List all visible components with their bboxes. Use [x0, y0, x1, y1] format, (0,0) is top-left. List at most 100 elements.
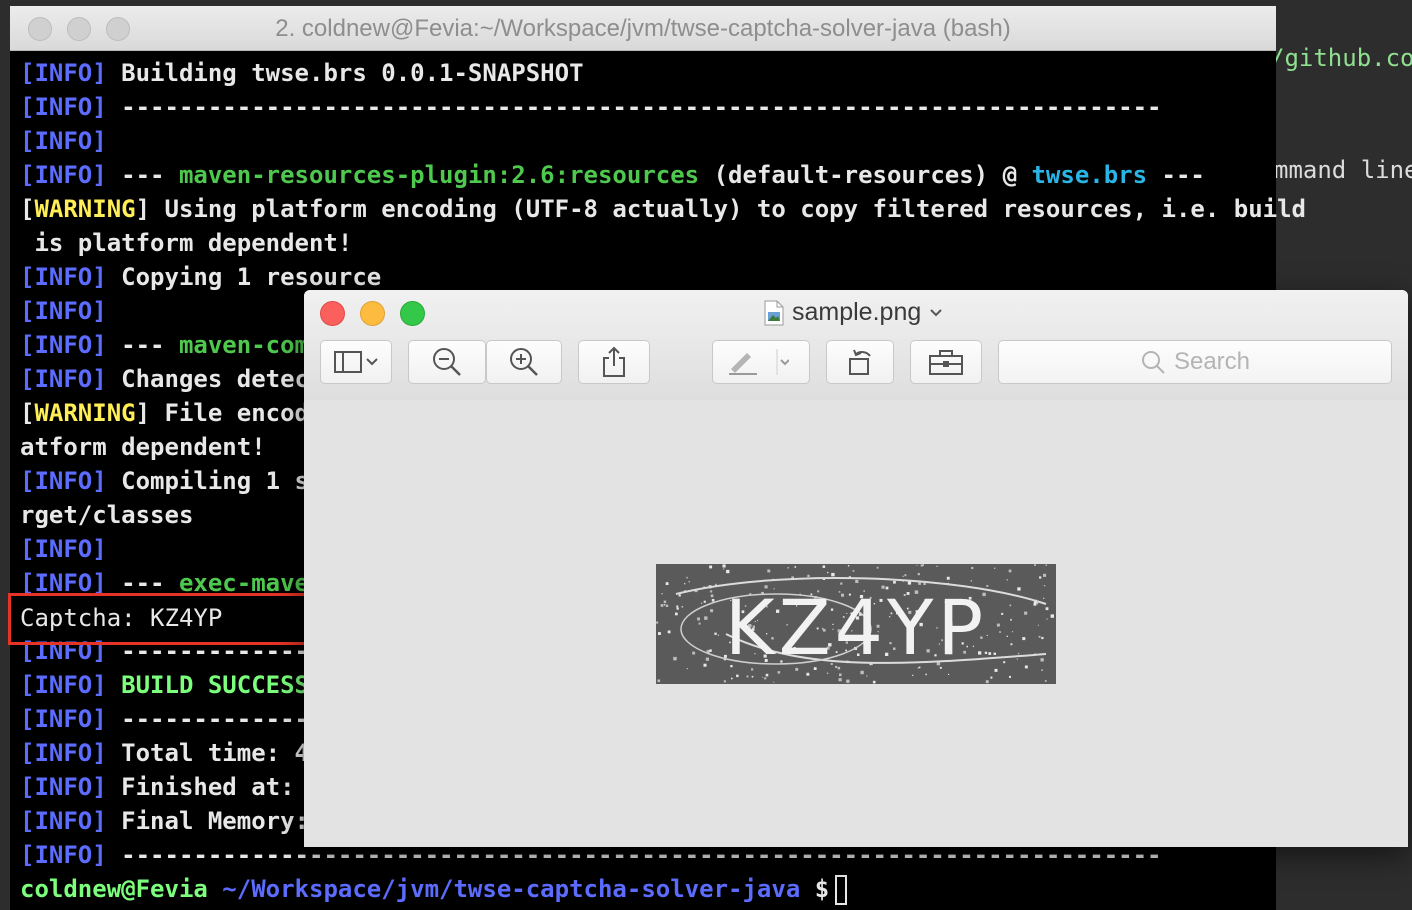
preview-canvas: KZ4YP	[304, 400, 1408, 847]
sidebar-icon	[334, 351, 378, 373]
zoom-out-button[interactable]	[408, 340, 486, 384]
captcha-noise-dot	[746, 675, 749, 678]
captcha-noise-dot	[1017, 652, 1020, 655]
captcha-noise-dot	[714, 632, 717, 635]
captcha-noise-dot	[866, 675, 868, 677]
captcha-noise-dot	[657, 679, 661, 683]
terminal-text-segment: maven-comp	[178, 331, 324, 359]
captcha-noise-dot	[904, 574, 907, 577]
captcha-noise-dot	[709, 649, 712, 652]
terminal-line: [WARNING] Using platform encoding (UTF-8…	[20, 192, 1306, 226]
terminal-text-segment: @	[1002, 161, 1032, 189]
captcha-noise-dot	[916, 564, 918, 566]
captcha-noise-dot	[709, 565, 713, 569]
markup-button[interactable]	[712, 340, 810, 384]
chevron-down-icon[interactable]	[929, 308, 943, 318]
preview-title[interactable]: sample.png	[764, 298, 943, 327]
toolbox-icon	[929, 350, 963, 375]
captcha-text: KZ4YP	[725, 583, 988, 672]
captcha-noise-dot	[827, 571, 829, 574]
terminal-titlebar[interactable]: 2. coldnew@Fevia:~/Workspace/jvm/twse-ca…	[10, 6, 1276, 51]
captcha-noise-dot	[838, 678, 842, 682]
terminal-text-segment: [INFO]	[20, 161, 107, 189]
captcha-noise-dot	[676, 607, 679, 610]
shell-prompt[interactable]: coldnew@Fevia ~/Workspace/jvm/twse-captc…	[20, 872, 1276, 906]
captcha-noise-dot	[876, 566, 879, 569]
captcha-image: KZ4YP	[656, 564, 1056, 684]
terminal-text-segment: [INFO]	[20, 127, 107, 155]
captcha-noise-dot	[902, 575, 904, 577]
zoom-in-button[interactable]	[486, 340, 562, 384]
captcha-noise-dot	[948, 673, 950, 675]
terminal-text-segment: ] File encod	[135, 399, 309, 427]
captcha-noise-dot	[656, 621, 659, 624]
captcha-noise-dot	[1024, 665, 1028, 669]
search-placeholder: Search	[1173, 348, 1251, 375]
captcha-noise-dot	[767, 569, 771, 573]
terminal-line: [INFO] Copying 1 resource	[20, 260, 1276, 294]
captcha-noise-dot	[710, 609, 714, 613]
preview-toolbar: sample.png Search	[304, 290, 1408, 401]
captcha-noise-dot	[1041, 636, 1044, 640]
captcha-noise-dot	[1040, 658, 1044, 662]
captcha-noise-dot	[1010, 643, 1013, 646]
captcha-noise-dot	[1006, 579, 1008, 581]
captcha-noise-dot	[765, 673, 769, 677]
captcha-noise-dot	[762, 676, 764, 678]
share-button[interactable]	[578, 340, 650, 384]
captcha-noise-dot	[710, 590, 713, 593]
captcha-noise-dot	[1003, 661, 1006, 664]
prompt-path: ~/Workspace/jvm/twse-captcha-solver-java	[207, 875, 801, 903]
toolbox-button[interactable]	[910, 340, 982, 384]
captcha-noise-dot	[1041, 669, 1043, 671]
captcha-noise-dot	[764, 677, 767, 680]
captcha-noise-dot	[686, 668, 688, 670]
terminal-cursor	[835, 875, 848, 905]
captcha-noise-dot	[684, 583, 686, 585]
captcha-noise-dot	[681, 606, 684, 608]
terminal-text-segment: [INFO]	[20, 297, 107, 325]
terminal-text-segment: ---	[1147, 161, 1205, 189]
captcha-noise-dot	[704, 616, 708, 620]
captcha-noise-dot	[1038, 635, 1041, 638]
captcha-noise-dot	[710, 594, 714, 598]
terminal-text-segment: Changes detec	[106, 365, 309, 393]
terminal-text-segment: [INFO]	[20, 93, 107, 121]
terminal-text-segment: ---	[106, 161, 179, 189]
preview-window[interactable]: sample.png Search KZ4YP	[304, 290, 1408, 847]
terminal-text-segment: [	[20, 195, 35, 223]
captcha-noise-dot	[826, 672, 829, 674]
terminal-text-segment: ] Using platform encoding (UTF-8 actuall…	[135, 195, 1306, 223]
terminal-text-segment: [INFO]	[20, 705, 107, 733]
captcha-noise-dot	[1034, 564, 1036, 566]
captcha-noise-dot	[920, 564, 923, 567]
zoom-button[interactable]	[400, 301, 425, 326]
sidebar-toggle-button[interactable]	[320, 340, 392, 384]
captcha-noise-dot	[985, 680, 989, 684]
terminal-text-segment: Building twse.brs 0.0.1-SNAPSHOT	[106, 59, 584, 87]
terminal-text-segment: rget/classes	[20, 501, 194, 529]
search-field[interactable]: Search	[998, 340, 1392, 384]
captcha-noise-dot	[994, 567, 996, 569]
captcha-noise-dot	[723, 568, 725, 570]
captcha-noise-dot	[731, 677, 733, 680]
rotate-button[interactable]	[826, 340, 894, 384]
captcha-noise-dot	[1009, 604, 1012, 607]
captcha-noise-dot	[794, 566, 797, 568]
captcha-noise-dot	[999, 631, 1001, 633]
terminal-text-segment: [INFO]	[20, 773, 107, 801]
minimize-button[interactable]	[360, 301, 385, 326]
captcha-noise-dot	[1046, 618, 1048, 620]
prompt-symbol: $	[800, 875, 830, 903]
terminal-text-segment: maven-resources-plugin:2.6:resources	[178, 161, 700, 189]
captcha-noise-dot	[723, 680, 726, 683]
captcha-noise-dot	[990, 676, 993, 679]
terminal-text-segment: [INFO]	[20, 331, 107, 359]
captcha-noise-dot	[807, 574, 810, 577]
terminal-text-segment: atform dependent!	[20, 433, 266, 461]
captcha-noise-dot	[665, 582, 669, 585]
close-button[interactable]	[320, 301, 345, 326]
captcha-noise-dot	[1037, 624, 1039, 626]
captcha-noise-dot	[988, 652, 992, 655]
terminal-title: 2. coldnew@Fevia:~/Workspace/jvm/twse-ca…	[275, 15, 1011, 42]
